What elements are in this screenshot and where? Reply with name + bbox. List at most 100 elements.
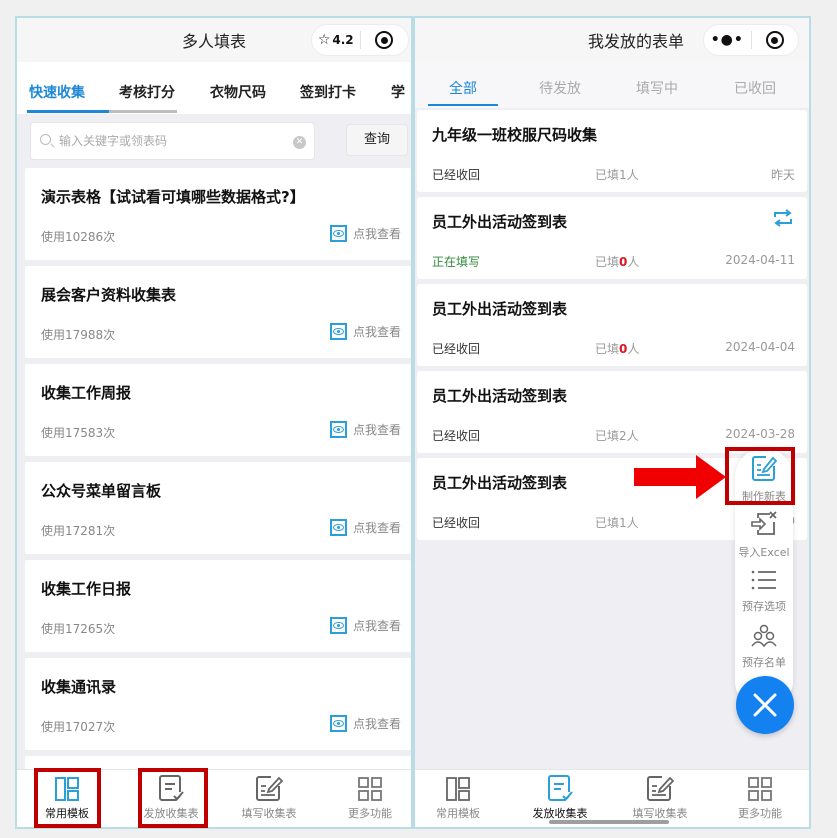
- tabbar-fill-forms[interactable]: 填写收集表: [615, 772, 705, 821]
- template-title: 展会客户资料收集表: [41, 286, 177, 304]
- tab-check-in[interactable]: 签到打卡: [300, 82, 356, 102]
- form-title: 九年级一班校服尺码收集: [432, 126, 598, 144]
- template-title: 公众号菜单留言板: [41, 482, 162, 500]
- form-status: 已经收回: [432, 516, 481, 530]
- eye-icon: [329, 519, 347, 536]
- form-card[interactable]: 员工外出活动签到表 已经收回 已填2人 2024-03-28: [417, 371, 807, 453]
- nav-bar: 多人填表 ☆ 4.2: [17, 18, 411, 62]
- form-fill-count: 已填1人: [595, 516, 639, 530]
- annotation-arrow-icon: [634, 455, 726, 499]
- view-button[interactable]: 点我查看: [329, 715, 401, 732]
- view-label: 点我查看: [352, 717, 401, 731]
- template-card[interactable]: 公众号菜单留言板 使用17281次 点我查看: [25, 462, 411, 554]
- template-title: 收集工作周报: [41, 384, 132, 402]
- tabbar-label: 填写收集表: [241, 807, 297, 820]
- fab-close-button[interactable]: [736, 676, 794, 734]
- search-icon: [40, 134, 51, 145]
- form-check-icon: [515, 772, 605, 802]
- tabbar-distribute-forms[interactable]: 发放收集表: [515, 772, 605, 821]
- target-icon: [765, 31, 784, 49]
- view-button[interactable]: 点我查看: [329, 421, 401, 438]
- target-icon: [375, 31, 394, 49]
- form-card[interactable]: 员工外出活动签到表 正在填写 已填0人 2024-04-11: [417, 197, 807, 279]
- rating-button[interactable]: ☆ 4.2: [312, 32, 360, 48]
- form-title: 员工外出活动签到表: [432, 300, 568, 318]
- layout-icon: [415, 772, 503, 802]
- template-title: 收集通讯录: [41, 678, 117, 696]
- form-title: 员工外出活动签到表: [432, 474, 568, 492]
- view-button[interactable]: 点我查看: [329, 617, 401, 634]
- fab-saved-names[interactable]: 预存名单: [735, 624, 793, 670]
- template-card[interactable]: 演示表格【试试看可填哪些数据格式?】 使用10286次 点我查看: [25, 168, 411, 260]
- template-title: 演示表格【试试看可填哪些数据格式?】: [41, 188, 305, 206]
- form-status: 已经收回: [432, 429, 481, 443]
- bottom-tab-bar: 常用模板 发放收集表 填写收集表 更多功能: [415, 769, 809, 827]
- view-button[interactable]: 点我查看: [329, 519, 401, 536]
- tab-scrollbar[interactable]: [27, 110, 177, 113]
- clear-icon[interactable]: ✕: [293, 136, 306, 149]
- status-tabs: 全部 待发放 填写中 已收回: [415, 62, 809, 108]
- fab-label: 预存名单: [742, 656, 786, 669]
- template-usage: 使用17265次: [41, 622, 116, 636]
- tab-study[interactable]: 学: [391, 82, 405, 102]
- template-usage: 使用17281次: [41, 524, 116, 538]
- nav-bar: 我发放的表单 •●•: [415, 18, 809, 62]
- fab-import-excel[interactable]: 导入Excel: [735, 510, 793, 560]
- tabbar-more-functions[interactable]: 更多功能: [325, 772, 411, 821]
- eye-icon: [329, 421, 347, 438]
- template-card[interactable]: 展会客户资料收集表 使用17988次 点我查看: [25, 266, 411, 358]
- tabbar-label: 更多功能: [348, 807, 392, 820]
- form-fill-count: 已填2人: [595, 429, 639, 443]
- active-tab-indicator: [428, 104, 498, 106]
- star-icon: ☆: [317, 32, 331, 48]
- view-button[interactable]: 点我查看: [329, 225, 401, 242]
- form-status: 已经收回: [432, 168, 481, 182]
- tab-assessment[interactable]: 考核打分: [119, 82, 175, 102]
- tab-scrollbar-thumb[interactable]: [27, 110, 109, 113]
- more-options-button[interactable]: •●•: [704, 32, 751, 48]
- swap-icon[interactable]: [773, 209, 793, 231]
- tabbar-more-functions[interactable]: 更多功能: [715, 772, 805, 821]
- form-title: 员工外出活动签到表: [432, 387, 568, 405]
- mini-program-capsule: ☆ 4.2: [311, 24, 409, 56]
- tab-clothing-size[interactable]: 衣物尺码: [210, 82, 266, 102]
- import-excel-icon: [735, 510, 793, 542]
- view-button[interactable]: 点我查看: [329, 323, 401, 340]
- template-card[interactable]: 收集工作日报 使用17265次 点我查看: [25, 560, 411, 652]
- tab-collected[interactable]: 已收回: [720, 78, 790, 98]
- template-title: 收集工作日报: [41, 580, 132, 598]
- tab-all[interactable]: 全部: [428, 78, 498, 98]
- search-row: ✕ 查询: [17, 118, 411, 162]
- form-fill-count: 已填1人: [595, 168, 639, 182]
- template-card[interactable]: 收集通讯录 使用17027次 点我查看: [25, 658, 411, 750]
- people-icon: [735, 624, 793, 652]
- template-usage: 使用17583次: [41, 426, 116, 440]
- tab-pending[interactable]: 待发放: [525, 78, 595, 98]
- form-edit-icon: [224, 772, 314, 802]
- fab-saved-options[interactable]: 预存选项: [735, 568, 793, 614]
- tabbar-common-templates[interactable]: 常用模板: [415, 772, 503, 821]
- tab-filling[interactable]: 填写中: [622, 78, 692, 98]
- annotation-highlight-common-templates: [34, 768, 101, 828]
- tab-quick-collect[interactable]: 快速收集: [29, 82, 85, 102]
- query-button[interactable]: 查询: [346, 124, 408, 156]
- close-icon: [753, 693, 777, 717]
- form-card[interactable]: 九年级一班校服尺码收集 已经收回 已填1人 昨天: [417, 110, 807, 192]
- form-title: 员工外出活动签到表: [432, 213, 568, 231]
- eye-icon: [329, 225, 347, 242]
- view-label: 点我查看: [352, 423, 401, 437]
- form-card[interactable]: 员工外出活动签到表 已经收回 已填0人 2024-04-04: [417, 284, 807, 366]
- template-usage: 使用17988次: [41, 328, 116, 342]
- more-dots-icon: •●•: [710, 32, 744, 48]
- tabbar-label: 发放收集表: [532, 807, 588, 820]
- close-miniprogram-button[interactable]: [360, 31, 408, 49]
- rating-value: 4.2: [332, 33, 354, 47]
- eye-icon: [329, 715, 347, 732]
- tabbar-label: 更多功能: [738, 807, 782, 820]
- close-miniprogram-button[interactable]: [751, 31, 798, 49]
- search-input[interactable]: [59, 131, 279, 151]
- search-box: ✕: [30, 122, 315, 160]
- template-card[interactable]: 收集工作周报 使用17583次 点我查看: [25, 364, 411, 456]
- tabbar-fill-forms[interactable]: 填写收集表: [224, 772, 314, 821]
- annotation-highlight-distribute-forms: [138, 768, 208, 828]
